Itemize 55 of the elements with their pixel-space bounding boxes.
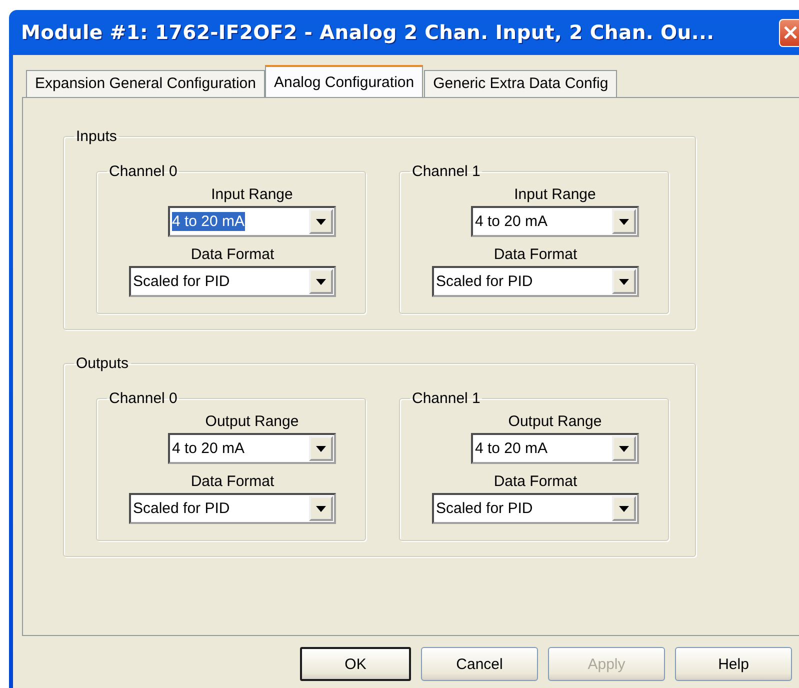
dropdown-value: Scaled for PID (436, 499, 533, 518)
field-label: Data Format (190, 246, 274, 263)
dialog-button[interactable]: OK (300, 647, 411, 681)
dropdown[interactable]: Scaled for PID (432, 493, 639, 524)
dropdown-value: 4 to 20 mA (475, 439, 548, 458)
dropdown-arrow-button[interactable] (309, 269, 333, 294)
dropdown[interactable]: Scaled for PID (432, 266, 639, 297)
group-title: Inputs (75, 128, 118, 145)
dialog-button[interactable]: Help (675, 647, 792, 681)
field-label: Data Format (494, 473, 578, 490)
close-button[interactable] (779, 18, 799, 46)
dropdown[interactable]: Scaled for PID (129, 266, 336, 297)
caret-icon (316, 446, 326, 452)
dialog-button[interactable]: Cancel (421, 647, 538, 681)
group-title: Channel 1 (411, 390, 482, 407)
dropdown[interactable]: 4 to 20 mA (168, 206, 336, 237)
field-label: Output Range (205, 413, 299, 430)
group-title: Channel 1 (411, 163, 482, 180)
dropdown-value: 4 to 20 mA (172, 212, 245, 231)
caret-icon (316, 278, 326, 284)
dropdown-arrow-button[interactable] (612, 209, 636, 234)
dropdown-value: 4 to 20 mA (172, 439, 245, 458)
dropdown-arrow-button[interactable] (612, 436, 636, 461)
tab[interactable]: Expansion General Configuration (26, 70, 265, 97)
caret-icon (619, 506, 629, 512)
group-title: Channel 0 (108, 163, 178, 180)
caret-icon (316, 506, 326, 512)
dropdown[interactable]: 4 to 20 mA (471, 433, 639, 464)
dropdown-arrow-button[interactable] (309, 496, 333, 521)
dropdown-arrow-button[interactable] (309, 209, 333, 234)
dropdown-arrow-button[interactable] (309, 436, 333, 461)
dropdown[interactable]: Scaled for PID (129, 493, 336, 524)
caret-icon (619, 446, 629, 452)
caret-icon (619, 218, 629, 224)
dropdown-value: 4 to 20 mA (475, 212, 548, 231)
field-label: Data Format (494, 246, 578, 263)
dropdown[interactable]: 4 to 20 mA (168, 433, 336, 464)
dropdown-value: Scaled for PID (436, 272, 533, 291)
field-label: Data Format (190, 473, 274, 490)
close-icon (783, 25, 798, 40)
caret-icon (316, 218, 326, 224)
group-title: Outputs (75, 355, 130, 372)
caret-icon (619, 278, 629, 284)
dropdown-value: Scaled for PID (133, 272, 230, 291)
field-label: Input Range (211, 186, 293, 203)
tab[interactable]: Generic Extra Data Config (424, 70, 618, 97)
tab[interactable]: Analog Configuration (264, 65, 424, 97)
dropdown-arrow-button[interactable] (612, 269, 636, 294)
field-label: Input Range (514, 186, 596, 203)
dropdown[interactable]: 4 to 20 mA (471, 206, 639, 237)
window-title: Module #1: 1762-IF2OF2 - Analog 2 Chan. Input, 2 Chan. Ou... (21, 21, 714, 44)
dropdown-value: Scaled for PID (133, 499, 230, 518)
dropdown-arrow-button[interactable] (612, 496, 636, 521)
field-label: Output Range (508, 413, 602, 430)
group-title: Channel 0 (108, 390, 178, 407)
